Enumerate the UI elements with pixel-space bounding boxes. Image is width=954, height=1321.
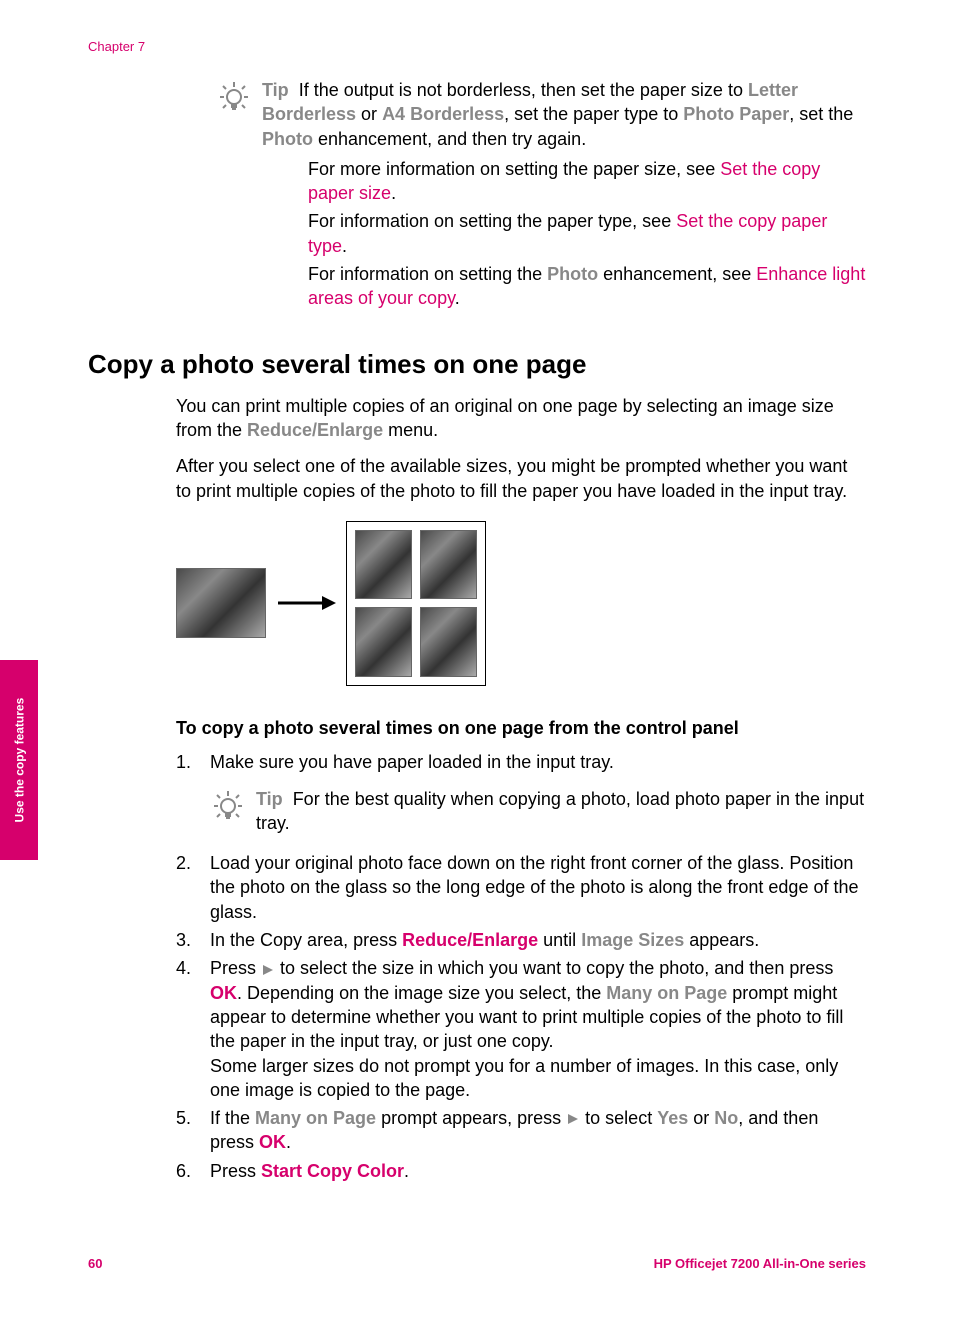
- page-heading: Copy a photo several times on one page: [88, 347, 866, 382]
- chapter-header: Chapter 7: [88, 38, 145, 56]
- lightbulb-tip-icon: [210, 789, 246, 825]
- side-tab-label: Use the copy features: [11, 698, 27, 823]
- button-start-copy-color: Start Copy Color: [261, 1161, 404, 1181]
- procedure-list: 1. Make sure you have paper loaded in th…: [176, 750, 866, 1183]
- tip1-info2: For information on setting the paper typ…: [308, 209, 866, 258]
- step-5: 5. If the Many on Page prompt appears, p…: [176, 1106, 866, 1155]
- arrow-right-icon: [276, 593, 336, 613]
- illustration-row: [176, 521, 866, 686]
- right-arrow-button-icon: [566, 1112, 580, 1126]
- illustration-thumb: [355, 530, 412, 600]
- step-1: 1. Make sure you have paper loaded in th…: [176, 750, 866, 847]
- content-area: Tip If the output is not borderless, the…: [88, 78, 866, 1187]
- tip1-text: Tip If the output is not borderless, the…: [262, 78, 866, 151]
- button-reduce-enlarge: Reduce/Enlarge: [402, 930, 538, 950]
- illustration-source-photo: [176, 568, 266, 638]
- footer-title: HP Officejet 7200 All-in-One series: [654, 1255, 866, 1273]
- step-4: 4. Press to select the size in which you…: [176, 956, 866, 1102]
- illustration-thumb: [420, 607, 477, 677]
- page-number: 60: [88, 1255, 102, 1273]
- step-6: 6. Press Start Copy Color.: [176, 1159, 866, 1183]
- button-ok: OK: [259, 1132, 286, 1152]
- tip1-info3: For information on setting the Photo enh…: [308, 262, 866, 311]
- step-3: 3. In the Copy area, press Reduce/Enlarg…: [176, 928, 866, 952]
- page-footer: 60 HP Officejet 7200 All-in-One series: [88, 1255, 866, 1273]
- procedure-heading: To copy a photo several times on one pag…: [176, 716, 866, 740]
- button-ok: OK: [210, 983, 237, 1003]
- illustration-thumb: [420, 530, 477, 600]
- illustration-result-grid: [346, 521, 486, 686]
- side-tab: Use the copy features: [0, 660, 38, 860]
- tip-block-2: Tip For the best quality when copying a …: [210, 787, 866, 836]
- tip-block-1: Tip If the output is not borderless, the…: [216, 78, 866, 315]
- lightbulb-tip-icon: [216, 80, 252, 116]
- illustration-thumb: [355, 607, 412, 677]
- para2: After you select one of the available si…: [176, 454, 866, 503]
- right-arrow-button-icon: [261, 963, 275, 977]
- para1: You can print multiple copies of an orig…: [176, 394, 866, 443]
- step-2: 2. Load your original photo face down on…: [176, 851, 866, 924]
- tip1-info1: For more information on setting the pape…: [308, 157, 866, 206]
